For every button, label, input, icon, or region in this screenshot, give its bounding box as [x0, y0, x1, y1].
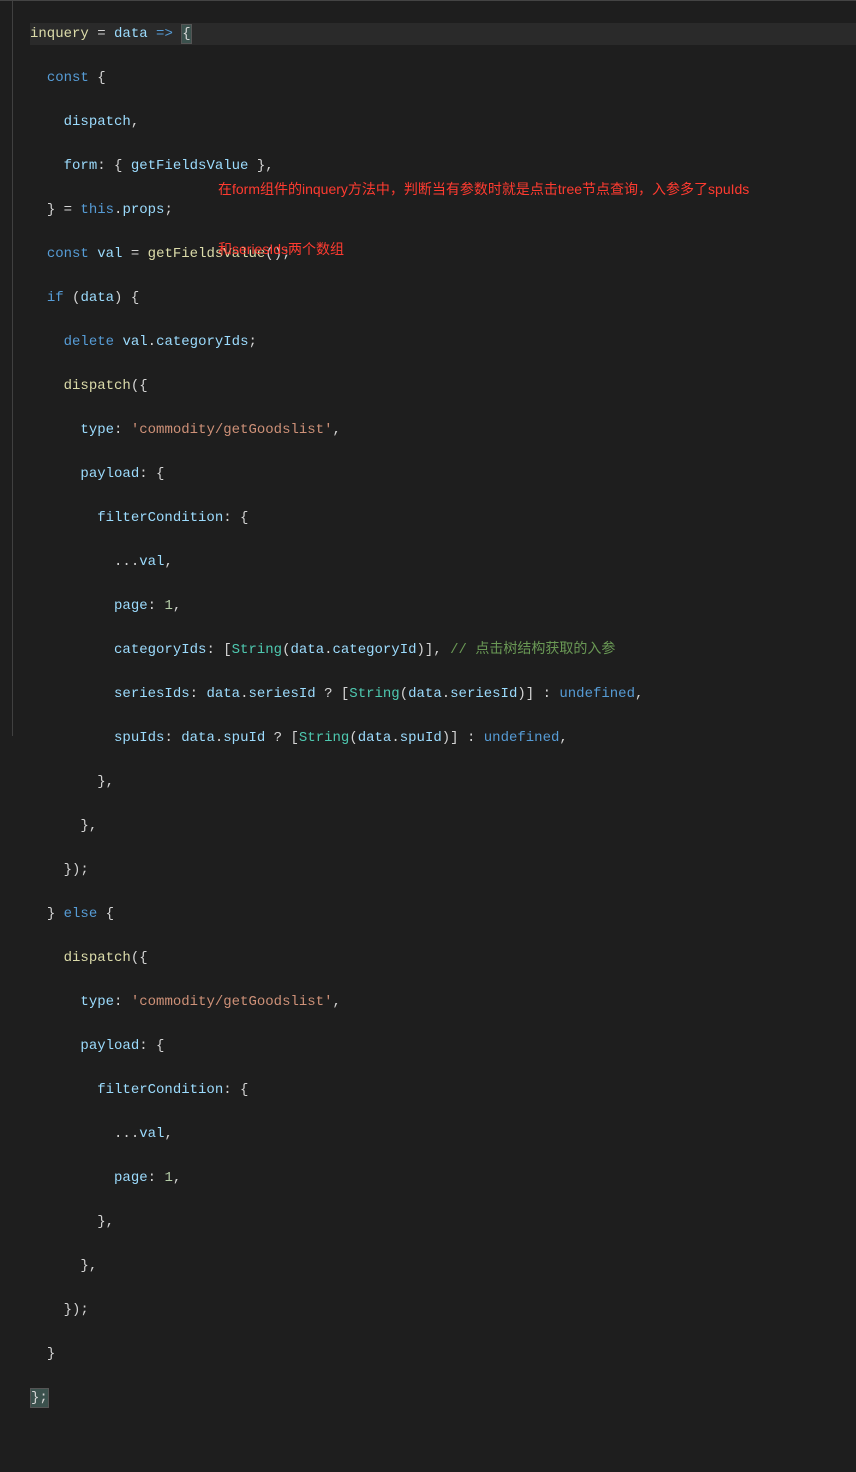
code-area[interactable]: inquery = data => { const { dispatch, fo… [26, 1, 856, 736]
code-line: if (data) { [30, 287, 856, 309]
code-line: dispatch, [30, 111, 856, 133]
code-line: seriesIds: data.seriesId ? [String(data.… [30, 683, 856, 705]
code-line: filterCondition: { [30, 1079, 856, 1101]
code-line: } [30, 1343, 856, 1365]
code-line: ...val, [30, 1123, 856, 1145]
code-line: }); [30, 1299, 856, 1321]
code-line: const val = getFieldsValue(); [30, 243, 856, 265]
code-line: }, [30, 815, 856, 837]
code-line: type: 'commodity/getGoodslist', [30, 419, 856, 441]
code-line: type: 'commodity/getGoodslist', [30, 991, 856, 1013]
annotation-line1: 在form组件的inquery方法中，判断当有参数时就是点击tree节点查询，入… [218, 179, 749, 199]
code-line: }, [30, 1211, 856, 1233]
code-line: }; [30, 1387, 856, 1409]
code-line: }); [30, 859, 856, 881]
code-line: categoryIds: [String(data.categoryId)], … [30, 639, 856, 661]
code-line: }, [30, 1255, 856, 1277]
code-line: spuIds: data.spuId ? [String(data.spuId)… [30, 727, 856, 749]
code-line: dispatch({ [30, 947, 856, 969]
code-line: }, [30, 771, 856, 793]
code-line: delete val.categoryIds; [30, 331, 856, 353]
code-editor[interactable]: inquery = data => { const { dispatch, fo… [0, 0, 856, 736]
code-line: inquery = data => { [30, 23, 856, 45]
code-line: ...val, [30, 551, 856, 573]
code-line: page: 1, [30, 595, 856, 617]
code-line: } else { [30, 903, 856, 925]
code-line: filterCondition: { [30, 507, 856, 529]
code-line: const { [30, 67, 856, 89]
code-line: page: 1, [30, 1167, 856, 1189]
code-line: } = this.props; [30, 199, 856, 221]
code-line: form: { getFieldsValue }, [30, 155, 856, 177]
code-line: payload: { [30, 1035, 856, 1057]
fold-gutter [0, 1, 26, 736]
code-line: dispatch({ [30, 375, 856, 397]
code-line: payload: { [30, 463, 856, 485]
